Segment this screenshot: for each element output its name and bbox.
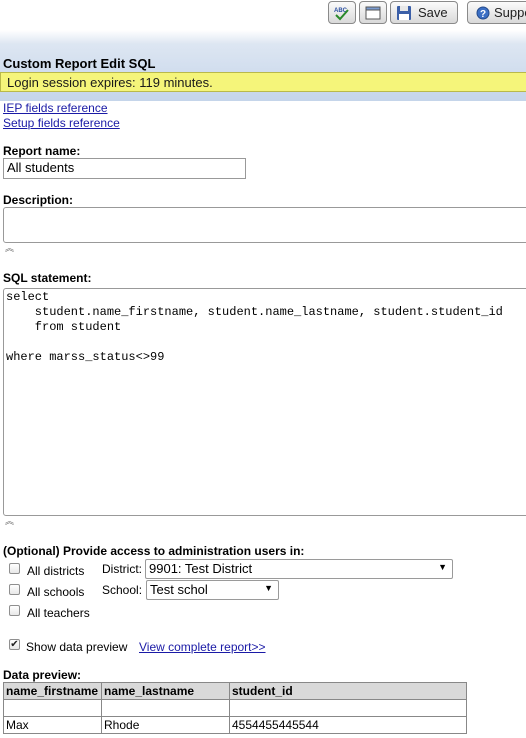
table-header-row: name_firstname name_lastname student_id bbox=[3, 682, 467, 700]
all-schools-checkbox[interactable] bbox=[9, 584, 20, 595]
help-icon: ? bbox=[476, 6, 490, 20]
table-cell: 4554455445544 bbox=[229, 716, 467, 734]
table-cell bbox=[229, 699, 467, 717]
school-label: School: bbox=[102, 583, 143, 597]
save-label: Save bbox=[418, 5, 448, 20]
table-cell bbox=[3, 699, 102, 717]
data-preview-heading: Data preview: bbox=[3, 668, 82, 682]
district-label: District: bbox=[102, 562, 142, 576]
all-teachers-label: All teachers bbox=[27, 606, 90, 620]
description-textarea[interactable] bbox=[3, 207, 526, 243]
spellcheck-button[interactable]: ABC bbox=[328, 1, 356, 24]
district-select[interactable]: 9901: Test District ▼ bbox=[145, 559, 453, 579]
sql-collapse-icon[interactable]: ︽ bbox=[5, 517, 14, 526]
all-districts-label: All districts bbox=[27, 564, 85, 578]
window-button[interactable] bbox=[359, 1, 387, 24]
show-data-preview-label: Show data preview bbox=[26, 640, 128, 654]
column-header: name_firstname bbox=[3, 682, 102, 700]
description-collapse-icon[interactable]: ︽ bbox=[5, 244, 14, 253]
show-data-preview-checkbox[interactable]: ✔ bbox=[9, 639, 20, 650]
access-heading: (Optional) Provide access to administrat… bbox=[3, 544, 305, 558]
dropdown-arrow-icon: ▼ bbox=[264, 583, 273, 593]
column-header: name_lastname bbox=[101, 682, 230, 700]
table-cell: Max bbox=[3, 716, 102, 734]
floppy-disk-icon bbox=[397, 5, 411, 20]
district-select-value: 9901: Test District bbox=[149, 561, 253, 576]
all-districts-checkbox[interactable] bbox=[9, 563, 20, 574]
column-header: student_id bbox=[229, 682, 467, 700]
session-expiry-banner: Login session expires: 119 minutes. bbox=[0, 72, 526, 92]
sql-statement-textarea[interactable]: select student.name_firstname, student.n… bbox=[3, 288, 526, 516]
support-button[interactable]: ? Suppo bbox=[467, 1, 526, 24]
svg-text:?: ? bbox=[480, 9, 486, 20]
table-row: Max Rhode 4554455445544 bbox=[3, 716, 467, 734]
data-preview-table: name_firstname name_lastname student_id … bbox=[3, 682, 467, 734]
all-teachers-checkbox[interactable] bbox=[9, 605, 20, 616]
view-complete-report-link[interactable]: View complete report>> bbox=[139, 640, 266, 654]
page-title: Custom Report Edit SQL bbox=[3, 56, 156, 71]
description-label: Description: bbox=[3, 193, 74, 207]
window-icon bbox=[365, 6, 381, 19]
sql-statement-label: SQL statement: bbox=[3, 271, 92, 285]
table-row bbox=[3, 699, 467, 717]
all-schools-label: All schools bbox=[27, 585, 85, 599]
school-select[interactable]: Test schol ▼ bbox=[146, 580, 279, 600]
report-name-input[interactable]: All students bbox=[3, 158, 246, 179]
dropdown-arrow-icon: ▼ bbox=[438, 562, 447, 572]
support-label: Suppo bbox=[494, 5, 526, 20]
school-select-value: Test schol bbox=[150, 582, 208, 597]
setup-fields-reference-link[interactable]: Setup fields reference bbox=[3, 116, 120, 130]
iep-fields-reference-link[interactable]: IEP fields reference bbox=[3, 101, 108, 115]
table-cell: Rhode bbox=[101, 716, 230, 734]
save-button[interactable]: Save bbox=[390, 1, 458, 24]
table-cell bbox=[101, 699, 230, 717]
spellcheck-icon: ABC bbox=[334, 8, 349, 20]
report-name-label: Report name: bbox=[3, 144, 81, 158]
